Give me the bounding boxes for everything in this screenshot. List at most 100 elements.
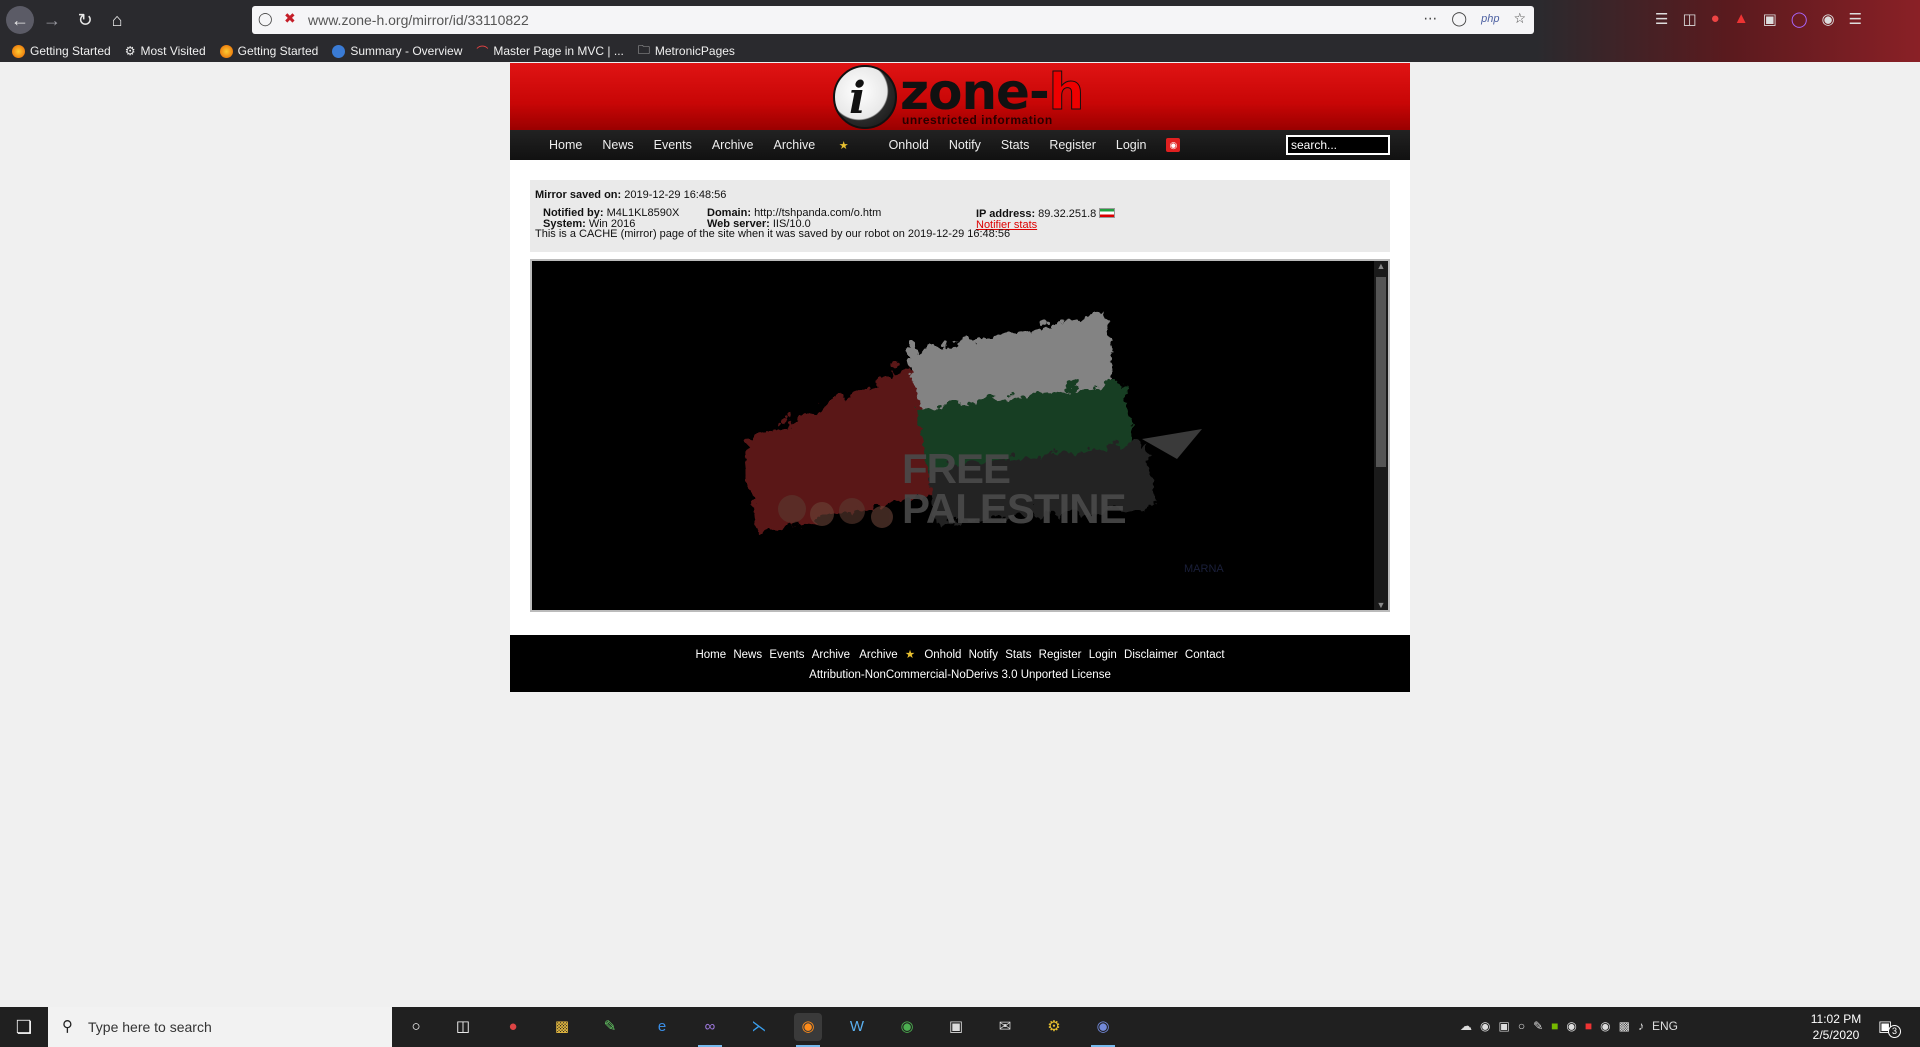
extension-red-icon[interactable]: ● <box>1711 10 1720 28</box>
pdf-icon[interactable]: ▲ <box>1734 10 1749 28</box>
reload-button[interactable]: ↻ <box>71 6 99 34</box>
extension-dark-icon[interactable]: ◉ <box>1822 10 1835 28</box>
pocket-icon[interactable]: ◯ <box>1451 10 1467 28</box>
steam-icon[interactable]: ◉ <box>1566 1019 1576 1033</box>
menu-icon[interactable]: ☰ <box>1849 10 1862 28</box>
nav-login[interactable]: Login <box>1116 138 1147 152</box>
visual-studio-icon[interactable]: ∞ <box>696 1013 724 1047</box>
site-search-input[interactable] <box>1286 135 1390 155</box>
sidebar-icon[interactable]: ◫ <box>1682 10 1696 28</box>
mirror-frame[interactable]: FREE PALESTINE MARNA ▲ ▼ <box>530 259 1390 612</box>
cortana-icon[interactable]: ○ <box>402 1013 430 1041</box>
footer-link-contact[interactable]: Contact <box>1185 649 1225 661</box>
taskbar-clock[interactable]: 11:02 PM 2/5/2020 <box>1806 1011 1866 1043</box>
tracking-shield-icon[interactable]: ◯ <box>258 11 273 27</box>
tray-app-icon[interactable]: ▣ <box>1498 1019 1509 1033</box>
footer-link-register[interactable]: Register <box>1039 649 1082 661</box>
remote-tool-icon[interactable]: ⚙ <box>1040 1013 1068 1041</box>
mail-icon[interactable]: ✉ <box>991 1013 1019 1041</box>
discord-icon[interactable]: ◉ <box>1089 1013 1117 1047</box>
mirror-scrollbar[interactable]: ▲ ▼ <box>1374 261 1388 610</box>
tray-app-icon[interactable]: ○ <box>1518 1019 1525 1033</box>
footer-link-home[interactable]: Home <box>695 649 726 661</box>
php-extension-icon[interactable]: php <box>1481 10 1499 28</box>
taskbar-search[interactable]: ⚲ Type here to search <box>48 1007 392 1047</box>
library-icon[interactable]: ☰ <box>1655 10 1668 28</box>
scroll-down-icon[interactable]: ▼ <box>1374 600 1388 610</box>
vscode-icon[interactable]: ⋋ <box>745 1013 773 1041</box>
nav-home[interactable]: Home <box>549 138 582 152</box>
footer-link-stats[interactable]: Stats <box>1005 649 1031 661</box>
toolbar-extensions: ☰ ◫ ● ▲ ▣ ◯ ◉ ☰ <box>1655 10 1862 28</box>
scrollbar-thumb[interactable] <box>1376 277 1386 467</box>
nav-notify[interactable]: Notify <box>949 138 981 152</box>
notification-count: 3 <box>1888 1025 1901 1038</box>
windows-start-icon[interactable]: ❏ <box>0 1007 48 1047</box>
bookmark-item[interactable]: Getting Started <box>12 44 111 58</box>
antivirus-icon[interactable]: ■ <box>1585 1019 1592 1033</box>
iran-flag-icon <box>1099 208 1116 218</box>
footer-link-events[interactable]: Events <box>769 649 804 661</box>
bookmark-item[interactable]: Summary - Overview <box>332 44 462 58</box>
nav-events[interactable]: Events <box>654 138 692 152</box>
file-explorer-icon[interactable]: ▩ <box>548 1013 576 1041</box>
footer-link-notify[interactable]: Notify <box>969 649 998 661</box>
network-icon[interactable]: ▩ <box>1619 1019 1630 1033</box>
site-banner: i zone-h unrestricted information <box>510 63 1410 130</box>
notepad-plus-icon[interactable]: ✎ <box>596 1013 624 1041</box>
footer-link-login[interactable]: Login <box>1089 649 1117 661</box>
screenshot-icon[interactable]: ▣ <box>1763 10 1777 28</box>
home-button[interactable]: ⌂ <box>103 6 131 34</box>
bookmark-item[interactable]: ⌒ Master Page in MVC | ... <box>476 43 624 60</box>
input-language[interactable]: ENG <box>1652 1019 1678 1033</box>
bookmarks-bar: Getting Started ⚙ Most Visited Getting S… <box>0 40 1920 62</box>
nav-archive[interactable]: Archive <box>712 138 754 152</box>
page-icon: ⌒ <box>476 44 489 59</box>
page-actions-icon[interactable]: ⋯ <box>1423 10 1437 28</box>
nav-special-archive[interactable]: Archive ★ <box>774 138 869 152</box>
forward-button[interactable]: → <box>38 6 66 34</box>
windows-store-w-icon[interactable]: W <box>843 1013 871 1041</box>
footer-link-onhold[interactable]: Onhold <box>924 649 961 661</box>
bookmark-item[interactable]: ⚙ Most Visited <box>125 44 206 58</box>
scroll-up-icon[interactable]: ▲ <box>1374 261 1388 271</box>
url-text[interactable]: www.zone-h.org/mirror/id/33110822 <box>308 12 529 28</box>
site-nav: Home News Events Archive Archive ★ Onhol… <box>510 130 1410 160</box>
paint-icon[interactable]: ● <box>499 1013 527 1041</box>
nav-register[interactable]: Register <box>1049 138 1096 152</box>
footer-link-disclaimer[interactable]: Disclaimer <box>1124 649 1178 661</box>
bookmark-star-icon[interactable]: ☆ <box>1513 10 1526 28</box>
nav-stats[interactable]: Stats <box>1001 138 1030 152</box>
nav-onhold[interactable]: Onhold <box>889 138 929 152</box>
extension-purple-icon[interactable]: ◯ <box>1791 10 1808 28</box>
globe-icon <box>332 44 346 58</box>
rss-icon[interactable]: ◉ <box>1166 138 1181 152</box>
discord-tray-icon[interactable]: ◉ <box>1480 1019 1490 1033</box>
edge-icon[interactable]: e <box>648 1013 676 1041</box>
footer-link-special-archive[interactable]: Archive ★ <box>857 649 917 661</box>
browser-navbar: ← → ↻ ⌂ ◯ ✖ www.zone-h.org/mirror/id/331… <box>0 0 1920 40</box>
onedrive-icon[interactable]: ☁ <box>1460 1019 1472 1033</box>
insecure-lock-icon[interactable]: ✖ <box>284 10 296 27</box>
footer-link-archive[interactable]: Archive <box>812 649 850 661</box>
license-link[interactable]: Attribution-NonCommercial-NoDerivs 3.0 U… <box>510 669 1410 681</box>
firefox-taskbar-icon[interactable]: ◉ <box>794 1013 822 1047</box>
volume-icon[interactable]: ♪ <box>1638 1019 1644 1033</box>
bookmark-folder[interactable]: 🗀 MetronicPages <box>638 41 735 62</box>
nav-news[interactable]: News <box>602 138 633 152</box>
notification-center-icon[interactable]: ▣ 3 <box>1878 1017 1901 1038</box>
nvidia-icon[interactable]: ■ <box>1551 1019 1558 1033</box>
zone-h-logo-icon[interactable]: i <box>833 65 897 129</box>
task-view-icon[interactable]: ◫ <box>449 1013 477 1041</box>
folder-icon: 🗀 <box>637 42 650 57</box>
tray-app-icon[interactable]: ✎ <box>1533 1019 1543 1033</box>
back-button[interactable]: ← <box>6 6 34 34</box>
store-bag-icon[interactable]: ▣ <box>942 1013 970 1041</box>
footer-link-news[interactable]: News <box>733 649 762 661</box>
star-icon: ★ <box>838 140 849 152</box>
tray-app-icon[interactable]: ◉ <box>1600 1019 1610 1033</box>
address-bar[interactable]: ◯ ✖ www.zone-h.org/mirror/id/33110822 ⋯ … <box>252 6 1534 34</box>
bookmark-item[interactable]: Getting Started <box>219 44 318 58</box>
gear-icon: ⚙ <box>124 44 136 58</box>
chrome-icon[interactable]: ◉ <box>893 1013 921 1041</box>
